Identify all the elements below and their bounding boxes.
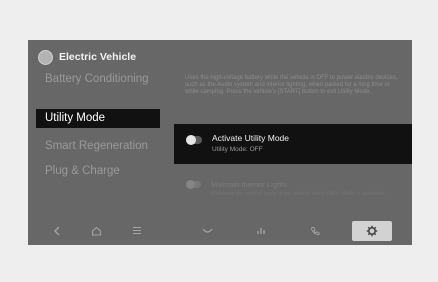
- home-button[interactable]: [81, 216, 111, 245]
- back-icon: [54, 226, 60, 235]
- interior-lights-label: Maintain Interior Lights: [211, 180, 287, 189]
- home-icon: [91, 226, 101, 236]
- media-button[interactable]: [246, 216, 276, 245]
- utility-mode-label: Activate Utility Mode: [212, 133, 289, 143]
- menu-button[interactable]: [122, 216, 152, 245]
- settings-button[interactable]: [352, 221, 392, 241]
- climate-button[interactable]: [192, 216, 222, 245]
- interior-lights-description: Maintains the interior lights of the veh…: [211, 191, 386, 197]
- menu-item-plug-and-charge[interactable]: Plug & Charge: [45, 165, 120, 178]
- menu-item-battery-conditioning[interactable]: Battery Conditioning: [45, 73, 155, 86]
- page-title: Electric Vehicle: [59, 51, 137, 63]
- utility-mode-toggle[interactable]: [186, 135, 202, 145]
- bottom-nav-bar: [28, 216, 412, 245]
- media-icon: [257, 228, 265, 234]
- phone-icon: [311, 226, 320, 235]
- menu-item-smart-regeneration[interactable]: Smart Regeneration: [45, 140, 148, 153]
- infotainment-screen: Electric Vehicle Battery Conditioning Ut…: [28, 40, 412, 245]
- utility-mode-description: Uses the high-voltage battery while the …: [185, 75, 398, 96]
- ev-icon: [38, 49, 53, 65]
- screen-header: Electric Vehicle: [38, 48, 136, 66]
- interior-lights-toggle: [186, 180, 201, 189]
- utility-mode-status: Utility Mode: OFF: [212, 146, 263, 153]
- phone-button[interactable]: [300, 216, 330, 245]
- menu-item-utility-mode[interactable]: Utility Mode: [36, 109, 160, 128]
- utility-mode-option[interactable]: Activate Utility Mode Utility Mode: OFF: [174, 124, 412, 164]
- settings-icon: [366, 225, 378, 237]
- back-button[interactable]: [42, 216, 72, 245]
- menu-icon: [133, 226, 141, 235]
- climate-icon: [202, 228, 212, 233]
